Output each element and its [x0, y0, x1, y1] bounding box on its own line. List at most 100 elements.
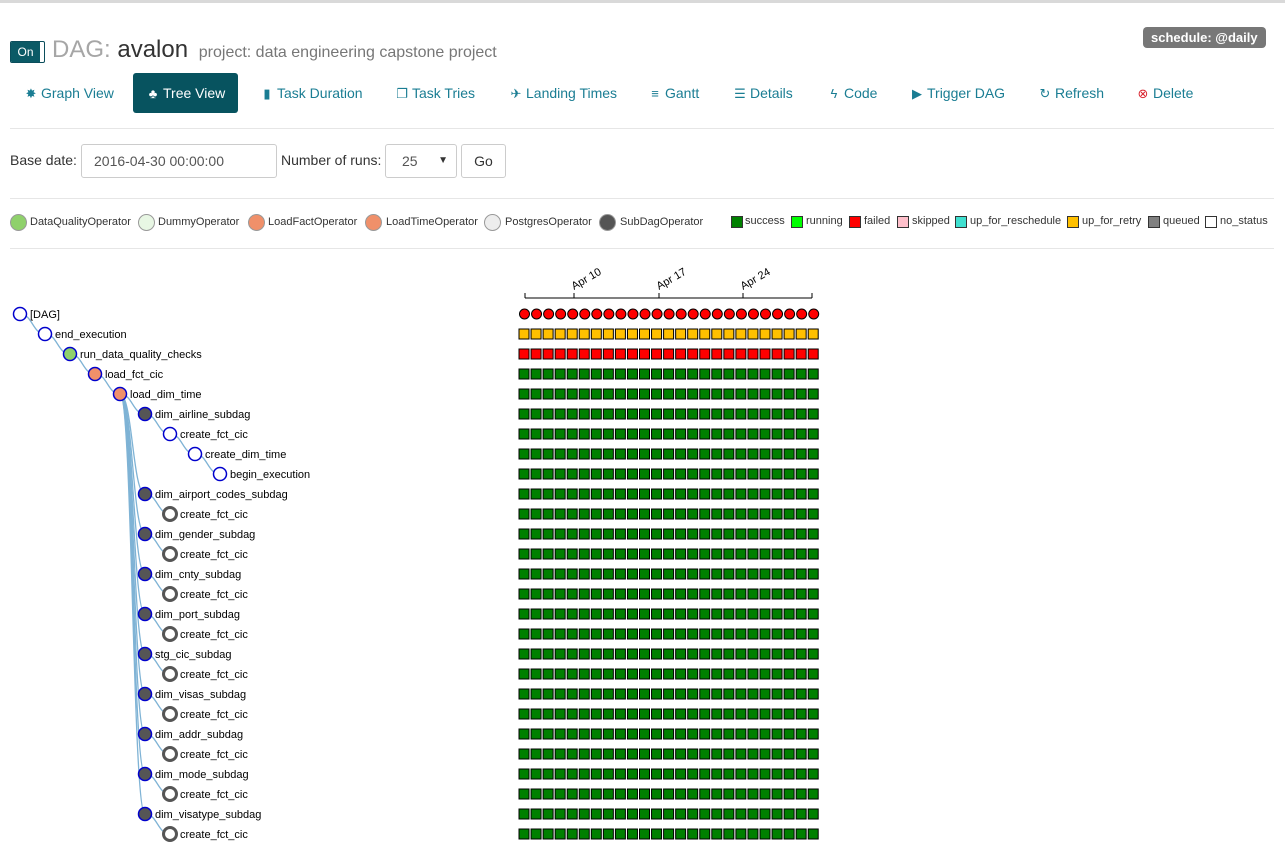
task-instance-square[interactable]: [783, 468, 795, 480]
task-instance-square[interactable]: [542, 388, 554, 400]
task-instance-square[interactable]: [554, 588, 566, 600]
task-instance-square[interactable]: [542, 328, 554, 340]
task-instance-square[interactable]: [663, 648, 675, 660]
task-instance-square[interactable]: [518, 588, 530, 600]
task-instance-square[interactable]: [578, 648, 590, 660]
dag-run-circle[interactable]: [555, 308, 567, 320]
task-label[interactable]: dim_addr_subdag: [155, 729, 243, 741]
task-instance-square[interactable]: [711, 388, 723, 400]
task-instance-square[interactable]: [626, 448, 638, 460]
task-instance-square[interactable]: [602, 608, 614, 620]
task-instance-square[interactable]: [639, 688, 650, 700]
task-instance-square[interactable]: [783, 368, 795, 380]
task-instance-square[interactable]: [602, 388, 614, 400]
task-instance-square[interactable]: [687, 408, 699, 420]
task-instance-square[interactable]: [530, 368, 542, 380]
task-instance-square[interactable]: [687, 708, 699, 720]
task-instance-square[interactable]: [614, 748, 626, 760]
task-instance-square[interactable]: [566, 328, 578, 340]
tree-node[interactable]: [12, 306, 28, 322]
tree-node[interactable]: [162, 426, 178, 442]
task-instance-square[interactable]: [639, 588, 650, 600]
task-instance-square[interactable]: [554, 488, 566, 500]
task-instance-square[interactable]: [651, 468, 663, 480]
tree-node[interactable]: [162, 706, 178, 722]
task-instance-square[interactable]: [626, 528, 638, 540]
task-instance-square[interactable]: [735, 648, 747, 660]
task-instance-square[interactable]: [723, 488, 735, 500]
task-instance-square[interactable]: [651, 368, 663, 380]
task-instance-square[interactable]: [542, 408, 554, 420]
task-label[interactable]: dim_mode_subdag: [155, 769, 249, 781]
task-instance-square[interactable]: [663, 688, 675, 700]
task-instance-square[interactable]: [530, 388, 542, 400]
task-instance-square[interactable]: [723, 468, 735, 480]
task-instance-square[interactable]: [639, 668, 650, 680]
task-instance-square[interactable]: [699, 408, 711, 420]
task-instance-square[interactable]: [675, 688, 687, 700]
task-instance-square[interactable]: [626, 828, 638, 840]
task-instance-square[interactable]: [554, 528, 566, 540]
task-instance-square[interactable]: [675, 508, 687, 520]
task-instance-square[interactable]: [614, 828, 626, 840]
task-instance-square[interactable]: [530, 668, 542, 680]
task-instance-square[interactable]: [542, 628, 554, 640]
task-instance-square[interactable]: [602, 428, 614, 440]
tree-node[interactable]: [137, 646, 153, 662]
task-instance-square[interactable]: [626, 368, 638, 380]
task-instance-square[interactable]: [626, 628, 638, 640]
task-label[interactable]: dim_airport_codes_subdag: [155, 489, 288, 501]
task-instance-square[interactable]: [699, 568, 711, 580]
task-instance-square[interactable]: [554, 648, 566, 660]
task-instance-square[interactable]: [771, 508, 783, 520]
task-instance-square[interactable]: [723, 668, 735, 680]
task-instance-square[interactable]: [747, 528, 759, 540]
task-instance-square[interactable]: [795, 688, 807, 700]
task-instance-square[interactable]: [518, 728, 530, 740]
task-instance-square[interactable]: [795, 708, 807, 720]
task-instance-square[interactable]: [602, 528, 614, 540]
task-instance-square[interactable]: [795, 808, 807, 820]
task-instance-square[interactable]: [578, 748, 590, 760]
task-instance-square[interactable]: [723, 648, 735, 660]
task-instance-square[interactable]: [639, 628, 650, 640]
task-instance-square[interactable]: [578, 828, 590, 840]
task-instance-square[interactable]: [518, 328, 530, 340]
task-instance-square[interactable]: [795, 348, 807, 360]
task-instance-square[interactable]: [530, 728, 542, 740]
task-instance-square[interactable]: [602, 748, 614, 760]
task-instance-square[interactable]: [747, 668, 759, 680]
task-instance-square[interactable]: [578, 608, 590, 620]
task-instance-square[interactable]: [602, 648, 614, 660]
task-instance-square[interactable]: [723, 388, 735, 400]
task-instance-square[interactable]: [723, 828, 735, 840]
task-instance-square[interactable]: [711, 348, 723, 360]
task-instance-square[interactable]: [747, 768, 759, 780]
task-instance-square[interactable]: [795, 408, 807, 420]
task-instance-square[interactable]: [614, 728, 626, 740]
task-instance-square[interactable]: [771, 488, 783, 500]
task-instance-square[interactable]: [735, 668, 747, 680]
task-instance-square[interactable]: [675, 468, 687, 480]
task-instance-square[interactable]: [578, 588, 590, 600]
dag-run-circle[interactable]: [603, 308, 615, 320]
task-instance-square[interactable]: [566, 648, 578, 660]
task-instance-square[interactable]: [795, 328, 807, 340]
task-instance-square[interactable]: [807, 688, 819, 700]
task-instance-square[interactable]: [795, 428, 807, 440]
task-instance-square[interactable]: [578, 548, 590, 560]
task-instance-square[interactable]: [566, 808, 578, 820]
tree-node[interactable]: [162, 546, 178, 562]
task-instance-square[interactable]: [675, 668, 687, 680]
task-instance-square[interactable]: [566, 508, 578, 520]
task-instance-square[interactable]: [723, 808, 735, 820]
task-instance-square[interactable]: [602, 588, 614, 600]
task-instance-square[interactable]: [614, 608, 626, 620]
task-instance-square[interactable]: [735, 548, 747, 560]
task-instance-square[interactable]: [687, 328, 699, 340]
tree-node[interactable]: [187, 446, 203, 462]
task-instance-square[interactable]: [651, 668, 663, 680]
task-instance-square[interactable]: [759, 668, 771, 680]
task-instance-square[interactable]: [626, 508, 638, 520]
task-label[interactable]: create_fct_cic: [180, 509, 248, 521]
